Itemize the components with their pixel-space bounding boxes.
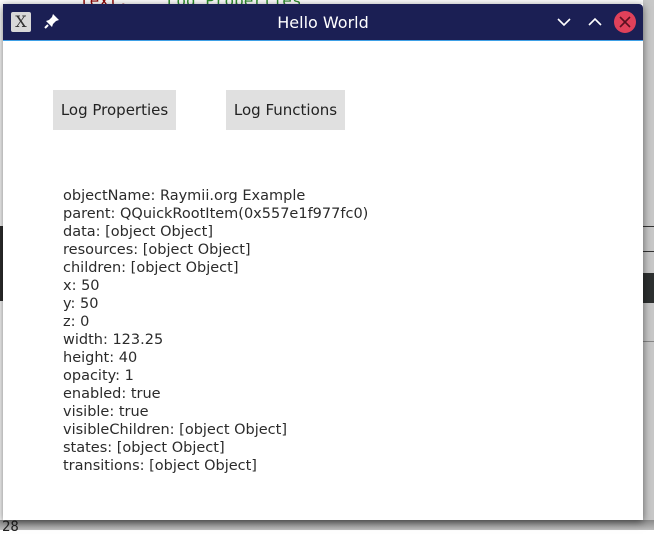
log-line: height: 40 [63, 350, 138, 366]
log-line: opacity: 1 [63, 368, 134, 384]
background-line-number: 28 [2, 519, 19, 535]
log-line: objectName: Raymii.org Example [63, 188, 306, 204]
close-icon[interactable] [614, 11, 636, 33]
background-scroll-strip [643, 0, 654, 530]
log-line: x: 50 [63, 278, 100, 294]
background-band [643, 226, 654, 252]
log-line: z: 0 [63, 314, 90, 330]
title-bar[interactable]: X Hello World [3, 4, 643, 41]
log-line: transitions: [object Object] [63, 458, 257, 474]
log-line: parent: QQuickRootItem(0x557e1f977fc0) [63, 206, 369, 222]
log-line: width: 123.25 [63, 332, 164, 348]
log-line: data: [object Object] [63, 224, 213, 240]
log-line: visible: true [63, 404, 149, 420]
log-line: resources: [object Object] [63, 242, 251, 258]
window-title: Hello World [277, 13, 369, 32]
log-line: children: [object Object] [63, 260, 239, 276]
log-line: enabled: true [63, 386, 161, 402]
log-properties-button[interactable]: Log Properties [53, 90, 176, 130]
background-bottom [0, 520, 654, 530]
log-line: y: 50 [63, 296, 99, 312]
log-output: objectName: Raymii.org Example parent: Q… [63, 187, 368, 475]
background-band-dark [643, 273, 654, 303]
log-line: visibleChildren: [object Object] [63, 422, 287, 438]
chevron-down-icon[interactable] [554, 12, 574, 32]
chevron-up-icon[interactable] [585, 12, 605, 32]
background-divider [643, 341, 654, 342]
log-line: states: [object Object] [63, 440, 225, 456]
log-functions-button[interactable]: Log Functions [226, 90, 345, 130]
app-window: X Hello World Log Properties Log Functio… [3, 4, 643, 520]
